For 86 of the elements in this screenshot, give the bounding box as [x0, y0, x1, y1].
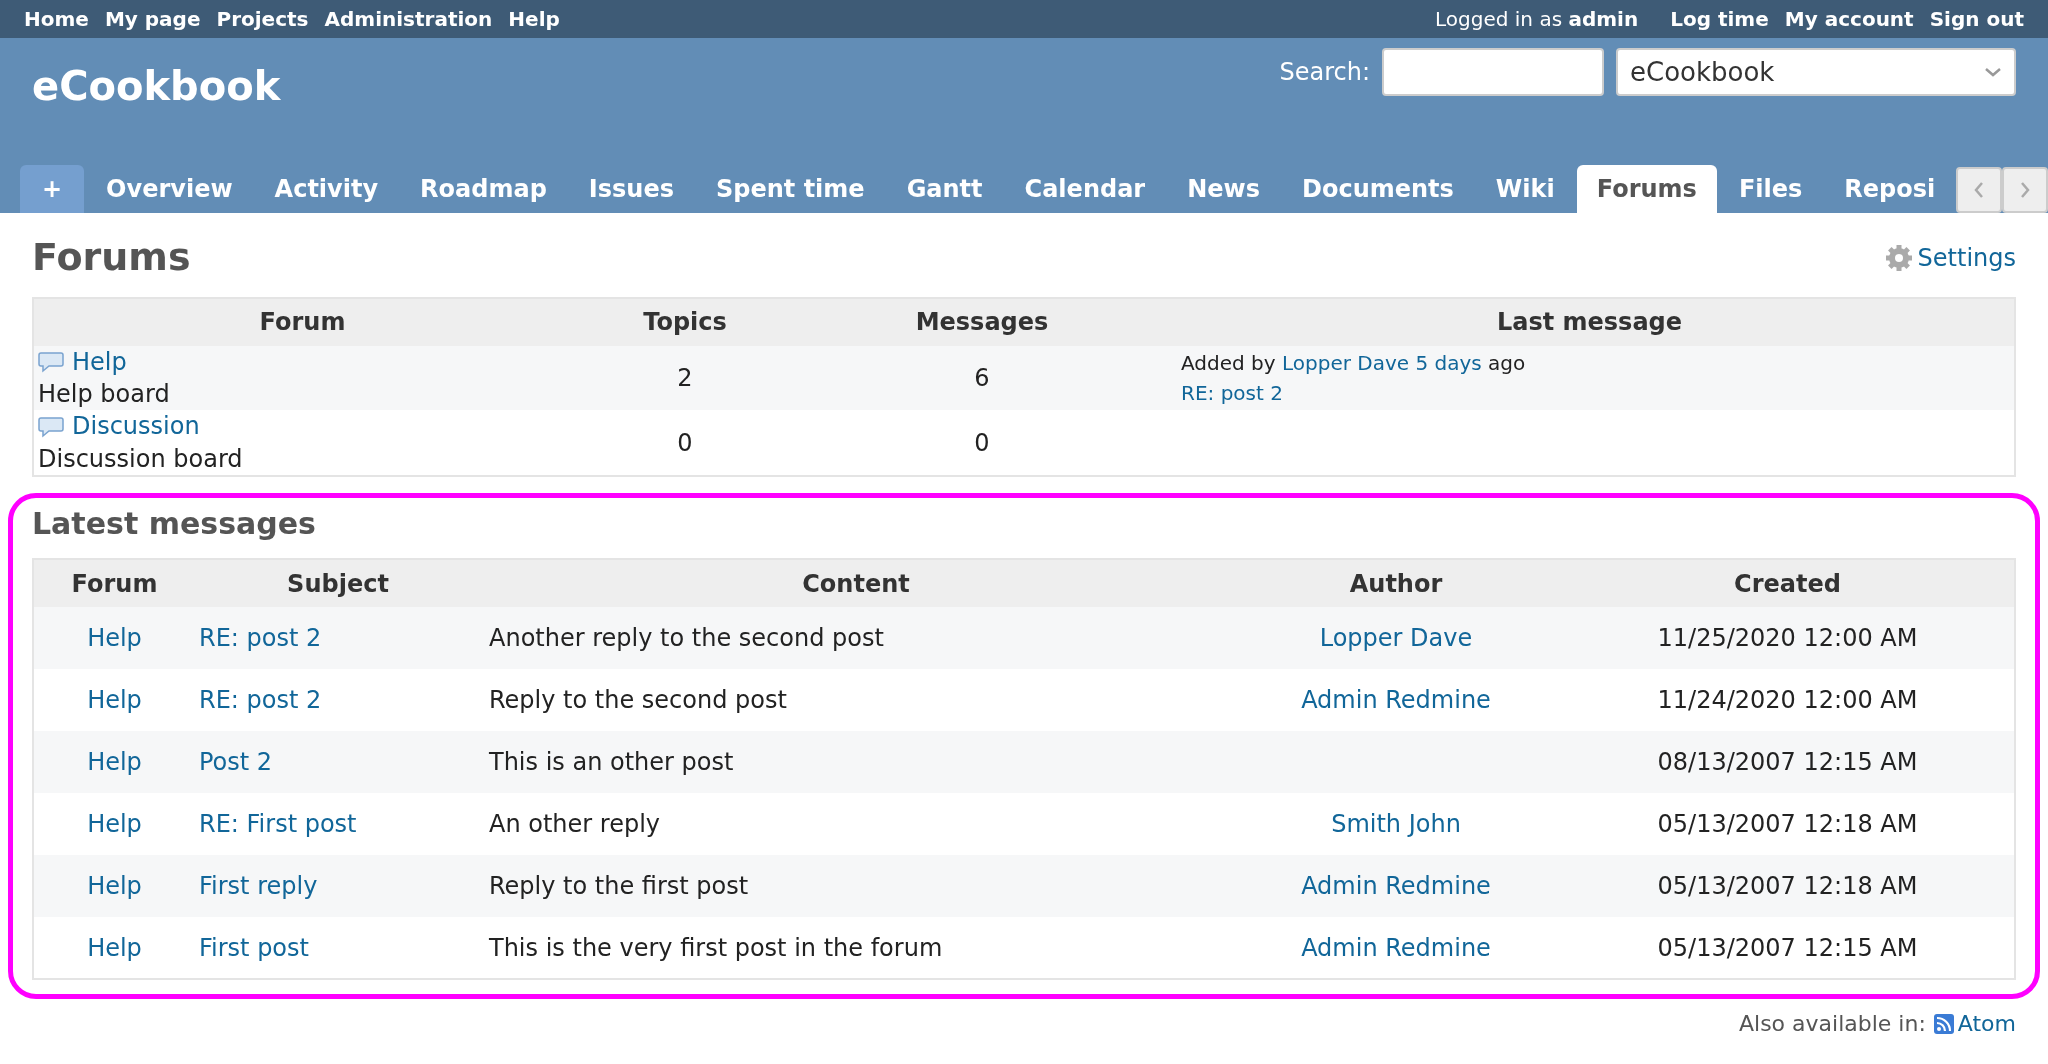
column-header: Last message — [1165, 297, 2015, 346]
table-cell: Reply to the first post — [481, 855, 1231, 918]
table-cell: 05/13/2007 12:15 AM — [1561, 917, 2015, 980]
chevron-down-icon — [1984, 66, 2002, 78]
column-header: Content — [481, 559, 1231, 608]
message-link[interactable]: RE: post 2 — [1181, 381, 1283, 405]
speech-bubble-icon — [38, 350, 64, 373]
scroll-right-button[interactable] — [2002, 167, 2048, 213]
project-tab[interactable]: Reposi — [1824, 165, 1956, 213]
project-tab[interactable]: Issues — [568, 165, 694, 213]
table-cell: 08/13/2007 12:15 AM — [1561, 731, 2015, 794]
forum-link[interactable]: Help — [87, 624, 142, 653]
author-link[interactable]: Smith John — [1331, 810, 1461, 839]
search-field[interactable] — [1382, 48, 1604, 96]
table-cell: Reply to the second post — [481, 669, 1231, 732]
search-label: Search: — [1279, 57, 1370, 88]
table-cell: This is an other post — [481, 731, 1231, 794]
column-header: Forum — [33, 297, 571, 346]
account-menu-link[interactable]: Log time — [1670, 4, 1769, 34]
top-menu-link[interactable]: Administration — [324, 4, 493, 34]
forum-link[interactable]: Help — [87, 748, 142, 777]
forum-link[interactable]: Help — [87, 810, 142, 839]
project-tab[interactable]: Spent time — [696, 165, 885, 213]
forum-description: Help board — [38, 379, 171, 410]
table-cell: This is the very first post in the forum — [481, 917, 1231, 980]
message-link[interactable]: RE: First post — [199, 810, 357, 839]
feed-link[interactable]: Atom — [1933, 1007, 2016, 1041]
table-cell: 05/13/2007 12:18 AM — [1561, 793, 2015, 856]
table-cell: 11/25/2020 12:00 AM — [1561, 607, 2015, 670]
footer-label: Also available in: — [1738, 1010, 1926, 1039]
scroll-left-button[interactable] — [1956, 167, 2002, 213]
message-link[interactable]: RE: post 2 — [199, 624, 322, 653]
table-cell: 0 — [571, 410, 799, 477]
author-link[interactable]: Admin Redmine — [1301, 933, 1491, 962]
table-cell: 11/24/2020 12:00 AM — [1561, 669, 2015, 732]
column-header: Topics — [571, 297, 799, 346]
last-message-info: Added by Lopper Dave 5 days ago — [1181, 350, 1527, 377]
author-link[interactable]: Lopper Dave — [1281, 351, 1410, 375]
message-link[interactable]: First post — [199, 933, 309, 962]
table-cell: An other reply — [481, 793, 1231, 856]
message-link[interactable]: Post 2 — [199, 748, 273, 777]
feed-icon — [1933, 1013, 1954, 1034]
settings-link[interactable]: Settings — [1883, 239, 2016, 276]
account-menu-link[interactable]: Sign out — [1929, 4, 2024, 34]
project-tab[interactable]: Forums — [1576, 165, 1717, 213]
project-tab[interactable]: Calendar — [1004, 165, 1166, 213]
gear-icon — [1883, 242, 1914, 273]
page-title: Forums — [32, 235, 191, 281]
forum-link[interactable]: Help — [87, 686, 142, 715]
forum-link[interactable]: Help — [72, 345, 127, 378]
project-select[interactable]: eCookbook — [1616, 48, 2016, 96]
column-header: Messages — [799, 297, 1165, 346]
login-status: Logged in as admin — [1435, 6, 1639, 33]
section-title: Latest messages — [32, 506, 317, 543]
table-cell: 0 — [799, 410, 1165, 477]
project-tab[interactable]: Documents — [1282, 165, 1474, 213]
column-header: Subject — [195, 559, 481, 608]
table-cell: 6 — [799, 345, 1165, 411]
speech-bubble-icon — [38, 415, 64, 438]
message-link[interactable]: RE: post 2 — [199, 686, 322, 715]
top-menu-link[interactable]: Home — [24, 4, 89, 34]
forum-link[interactable]: Discussion — [72, 410, 200, 443]
forum-description: Discussion board — [38, 443, 244, 475]
forum-link[interactable]: Help — [87, 872, 142, 901]
top-menu-link[interactable]: My page — [104, 4, 201, 34]
table-cell: 2 — [571, 345, 799, 411]
column-header: Created — [1561, 559, 2015, 608]
project-tab[interactable]: Gantt — [886, 165, 1003, 213]
top-menu-link[interactable]: Help — [508, 4, 560, 34]
project-tab[interactable]: Overview — [86, 165, 253, 213]
project-title: eCookbook — [32, 62, 281, 111]
column-header: Forum — [33, 559, 195, 608]
message-link[interactable]: First reply — [199, 872, 318, 901]
time-link[interactable]: 5 days — [1415, 351, 1482, 375]
account-menu-link[interactable]: My account — [1784, 4, 1914, 34]
forum-link[interactable]: Help — [87, 933, 142, 962]
table-cell: 05/13/2007 12:18 AM — [1561, 855, 2015, 918]
project-tab[interactable]: Files — [1718, 165, 1823, 213]
top-menu-link[interactable]: Projects — [216, 4, 309, 34]
project-tab[interactable]: News — [1167, 165, 1280, 213]
column-header: Author — [1231, 559, 1561, 608]
project-tab[interactable]: Activity — [254, 165, 399, 213]
project-tab[interactable]: Roadmap — [400, 165, 567, 213]
project-tab[interactable]: Wiki — [1475, 165, 1575, 213]
author-link[interactable]: Admin Redmine — [1301, 686, 1491, 715]
table-cell: Another reply to the second post — [481, 607, 1231, 670]
